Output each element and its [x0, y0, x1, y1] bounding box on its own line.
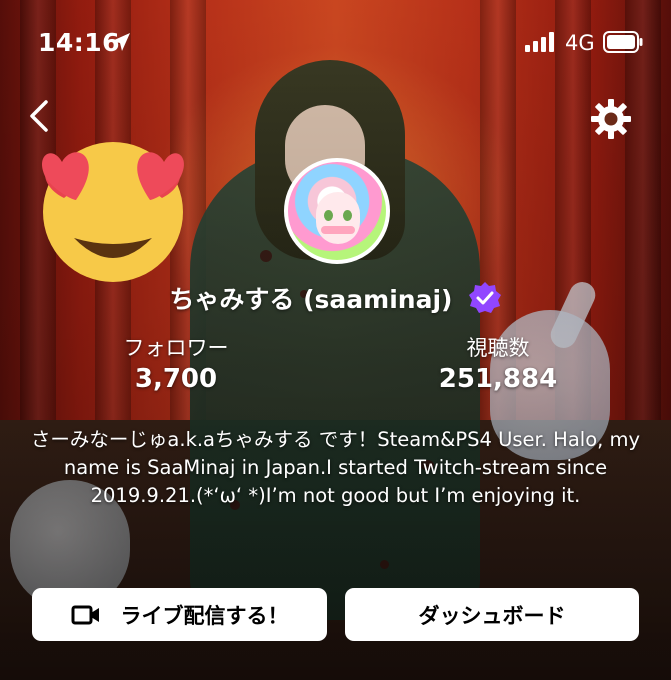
verified-badge-icon: [468, 282, 501, 313]
followers-count: 3,700: [134, 364, 218, 394]
signal-strength-icon: [525, 32, 554, 52]
location-arrow-icon: [112, 33, 130, 51]
views-count: 251,884: [438, 364, 558, 394]
followers-label: フォロワー: [123, 336, 229, 360]
status-bar: 14:16 4G: [0, 0, 671, 80]
display-name: ちゃみする (saaminaj): [169, 285, 453, 314]
gear-icon[interactable]: [589, 97, 633, 141]
profile-bio: さーみなーじゅa.k.aちゃみする です！Steam&PS4 User. Hal…: [30, 428, 641, 507]
status-time: 14:16: [38, 28, 121, 57]
dashboard-button[interactable]: ダッシュボード: [345, 588, 639, 641]
go-live-label: ライブ配信する！: [120, 603, 289, 628]
battery-icon: [603, 31, 643, 53]
dashboard-label: ダッシュボード: [418, 603, 566, 628]
views-stat: 視聴数 251,884: [398, 332, 598, 394]
followers-stat[interactable]: フォロワー 3,700: [76, 332, 276, 394]
video-camera-icon: [71, 605, 99, 624]
views-label: 視聴数: [466, 336, 530, 360]
network-type: 4G: [565, 31, 595, 55]
profile-name-row: ちゃみする (saaminaj): [0, 280, 671, 316]
heart-eyes-emoji: [42, 142, 184, 282]
avatar[interactable]: [284, 158, 390, 264]
go-live-button[interactable]: ライブ配信する！: [32, 588, 327, 641]
